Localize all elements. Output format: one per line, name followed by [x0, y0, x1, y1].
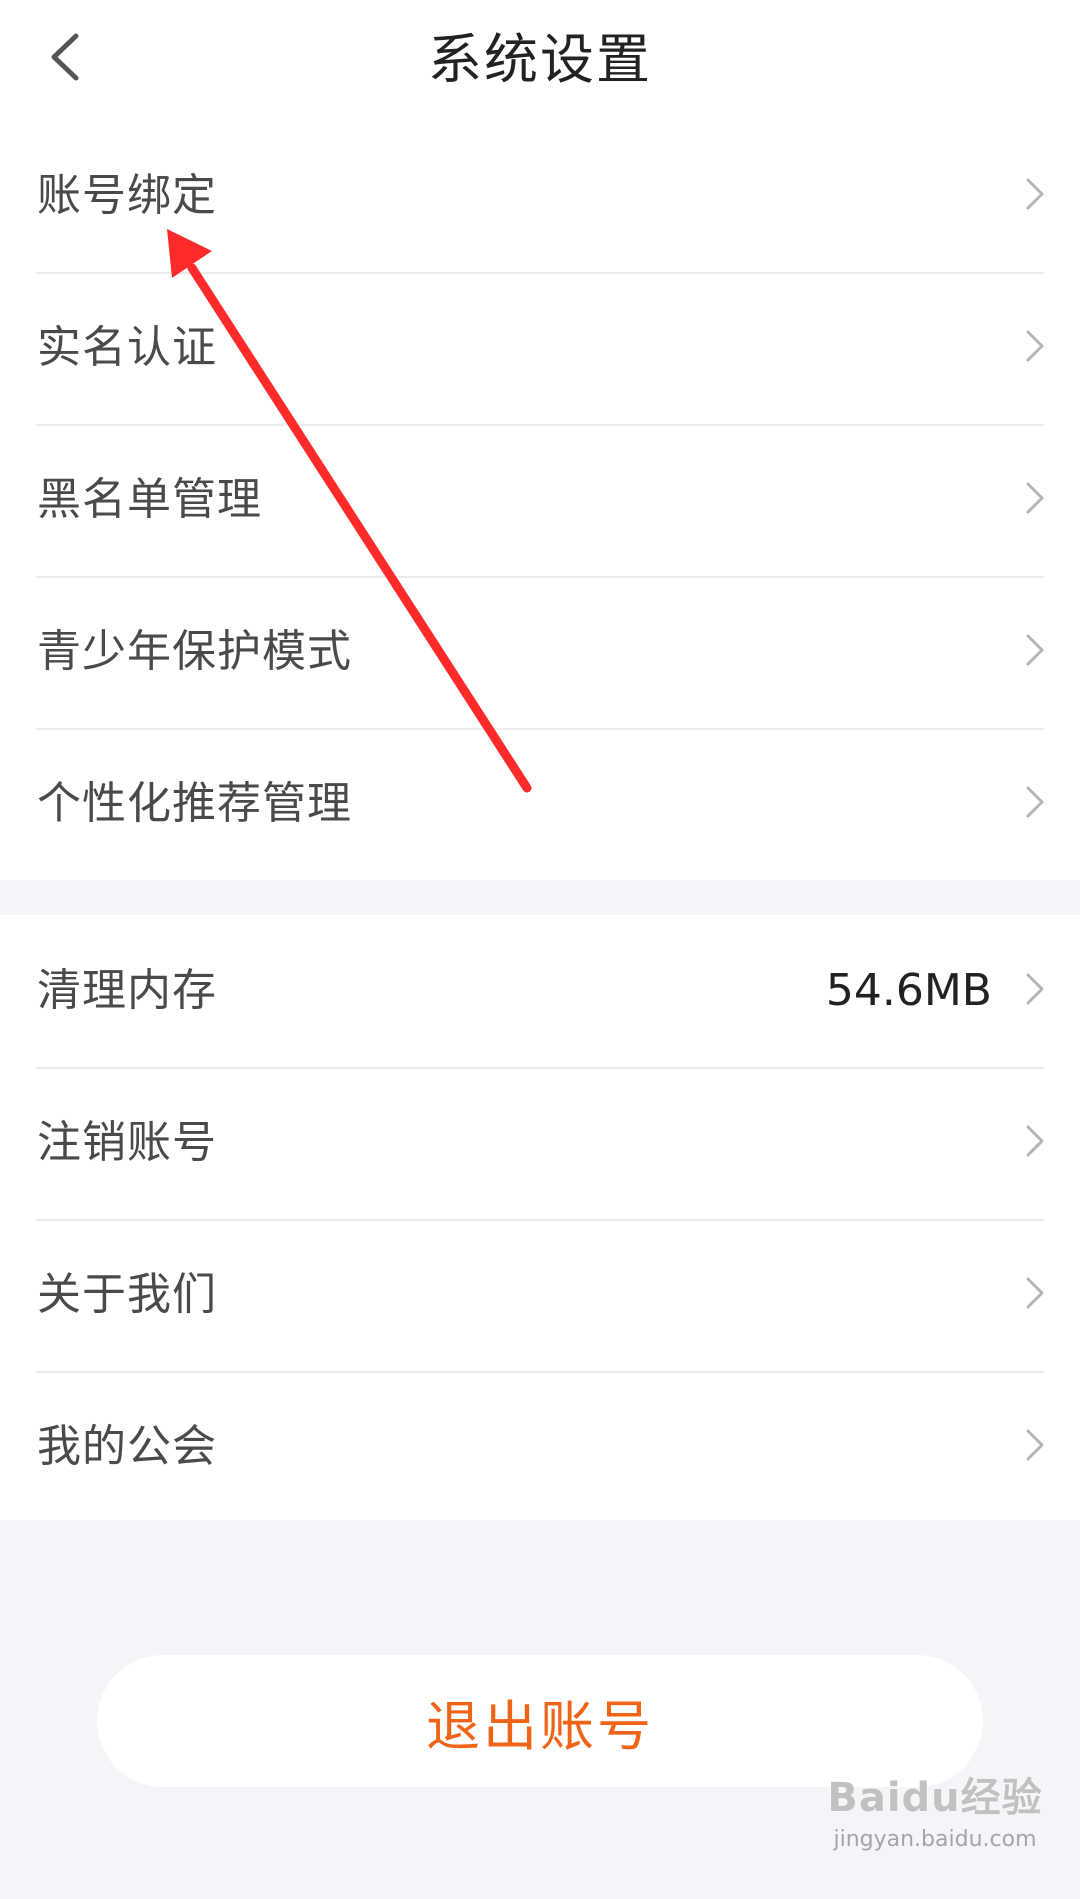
chevron-right-icon [1026, 330, 1044, 362]
chevron-right-icon [1026, 178, 1044, 210]
chevron-right-icon [1026, 482, 1044, 514]
watermark-url: jingyan.baidu.com [833, 1827, 1037, 1852]
settings-item-youth-mode[interactable]: 青少年保护模式 [0, 576, 1080, 728]
logout-button[interactable]: 退出账号 [97, 1655, 983, 1787]
chevron-right-icon [1026, 634, 1044, 666]
cache-size-value: 54.6MB [825, 965, 992, 1016]
settings-group-account: 账号绑定 实名认证 黑名单管理 青少年保护模式 个性化推荐管理 [0, 120, 1080, 880]
settings-item-label: 青少年保护模式 [37, 626, 352, 677]
chevron-right-icon [1026, 786, 1044, 818]
settings-item-clear-cache[interactable]: 清理内存 54.6MB [0, 915, 1080, 1067]
settings-item-about-us[interactable]: 关于我们 [0, 1219, 1080, 1371]
settings-item-label: 注销账号 [37, 1117, 217, 1168]
chevron-right-icon [1026, 1125, 1044, 1157]
settings-item-blacklist[interactable]: 黑名单管理 [0, 424, 1080, 576]
settings-item-label: 账号绑定 [37, 170, 217, 221]
settings-group-misc: 清理内存 54.6MB 注销账号 关于我们 我的公会 [0, 915, 1080, 1520]
settings-item-label: 清理内存 [37, 965, 217, 1016]
page-title: 系统设置 [428, 28, 652, 91]
settings-item-account-binding[interactable]: 账号绑定 [0, 120, 1080, 272]
header: 系统设置 [0, 0, 1080, 120]
settings-item-my-guild[interactable]: 我的公会 [0, 1371, 1080, 1523]
settings-item-delete-account[interactable]: 注销账号 [0, 1067, 1080, 1219]
settings-item-label: 我的公会 [37, 1421, 217, 1472]
settings-item-label: 黑名单管理 [37, 474, 262, 525]
chevron-right-icon [1026, 1429, 1044, 1461]
settings-item-real-name[interactable]: 实名认证 [0, 272, 1080, 424]
chevron-left-icon [51, 33, 79, 81]
settings-item-personalized-recommendation[interactable]: 个性化推荐管理 [0, 728, 1080, 880]
chevron-right-icon [1026, 973, 1044, 1005]
settings-item-label: 个性化推荐管理 [37, 778, 352, 829]
settings-item-label: 实名认证 [37, 322, 217, 373]
settings-item-label: 关于我们 [37, 1269, 217, 1320]
chevron-right-icon [1026, 1277, 1044, 1309]
back-button[interactable] [30, 22, 100, 92]
